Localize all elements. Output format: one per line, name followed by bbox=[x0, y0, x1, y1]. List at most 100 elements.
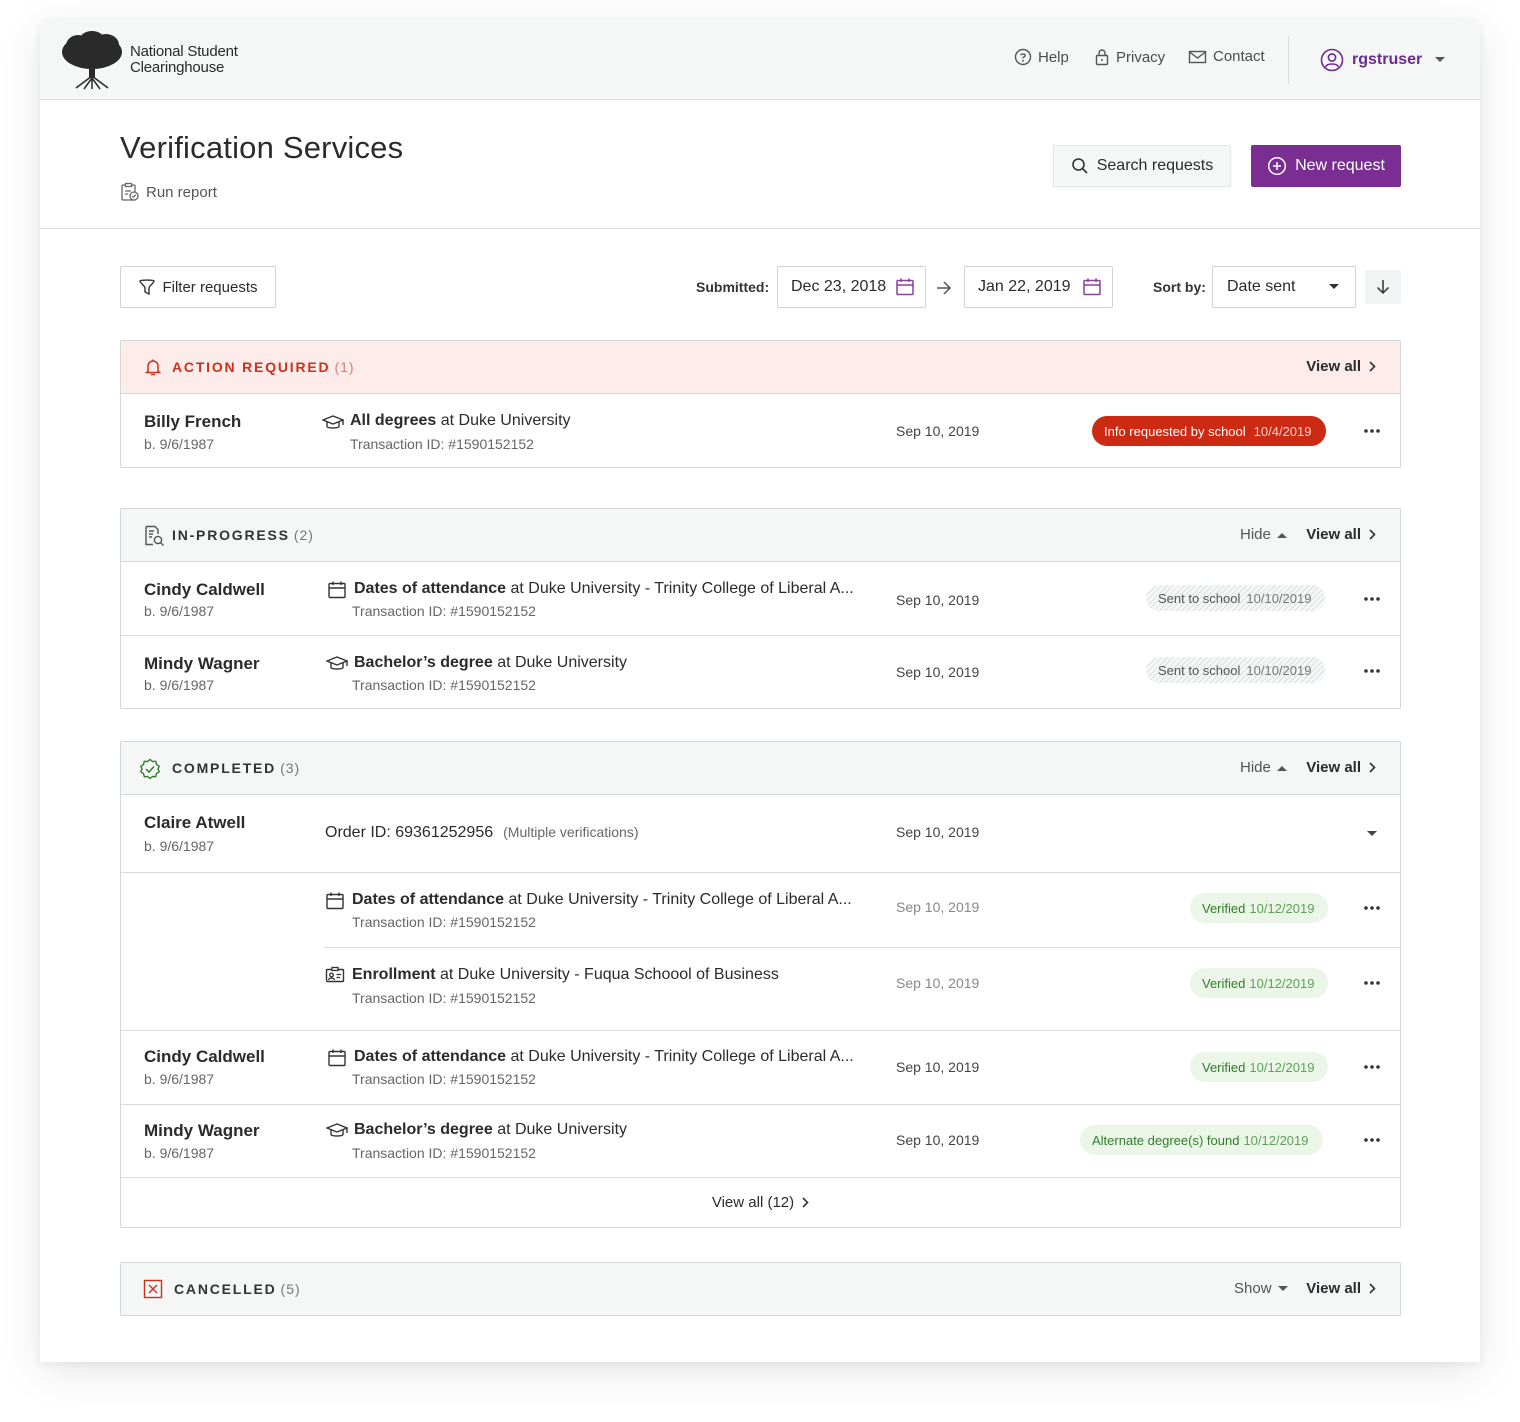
search-requests-label: Search requests bbox=[1096, 157, 1214, 174]
new-request-button[interactable]: New request bbox=[1251, 145, 1401, 187]
date-to-value: Jan 22, 2019 bbox=[978, 278, 1071, 295]
verification-type: Bachelor’s degree bbox=[354, 654, 493, 671]
action-required-count: (1) bbox=[334, 359, 355, 375]
completed-section: COMPLETED (3) Hide View all Claire Atwell… bbox=[120, 741, 1401, 1228]
completed-view-all[interactable]: View all bbox=[1306, 759, 1376, 776]
table-row[interactable]: Cindy Caldwell b. 9/6/1987 Dates of atte… bbox=[121, 1031, 1400, 1104]
sent-date: Sep 10, 2019 bbox=[896, 423, 980, 439]
transaction-id: Transaction ID: #1590152152 bbox=[352, 603, 536, 619]
institution: at Duke University - Trinity College of … bbox=[510, 580, 854, 597]
table-row[interactable]: Mindy Wagner b. 9/6/1987 Bachelor’s degr… bbox=[121, 636, 1400, 708]
transaction-id: Transaction ID: #1590152152 bbox=[352, 1071, 536, 1087]
birth-date: b. 9/6/1987 bbox=[144, 838, 215, 854]
birth-date: b. 9/6/1987 bbox=[144, 1071, 215, 1087]
cancelled-view-all[interactable]: View all bbox=[1306, 1280, 1376, 1297]
in-progress-hide-toggle[interactable]: Hide bbox=[1240, 526, 1287, 543]
status-badge: Info requested by school 10/4/2019 bbox=[1092, 416, 1326, 446]
in-progress-header: IN-PROGRESS (2) Hide View all bbox=[121, 509, 1400, 562]
nav-privacy-label: Privacy bbox=[1116, 48, 1166, 66]
sub-row[interactable]: Dates of attendance at Duke University -… bbox=[121, 873, 1400, 947]
more-options-icon[interactable] bbox=[1363, 668, 1381, 674]
more-options-icon[interactable] bbox=[1363, 980, 1381, 986]
date-to-field[interactable]: Jan 22, 2019 bbox=[964, 266, 1113, 308]
logo[interactable]: National Student Clearinghouse bbox=[60, 30, 238, 90]
sort-by-label: Sort by: bbox=[1153, 279, 1206, 295]
calendar-icon[interactable] bbox=[895, 277, 915, 297]
completed-header: COMPLETED (3) Hide View all bbox=[121, 742, 1400, 795]
chevron-right-icon bbox=[802, 1197, 809, 1208]
table-row[interactable]: Mindy Wagner b. 9/6/1987 Bachelor’s degr… bbox=[121, 1105, 1400, 1177]
order-note: (Multiple verifications) bbox=[503, 824, 639, 840]
page-header: Verification Services Run report Search … bbox=[40, 100, 1480, 229]
more-options-icon[interactable] bbox=[1363, 428, 1381, 434]
sent-date: Sep 10, 2019 bbox=[896, 975, 980, 991]
sub-row[interactable]: Enrollment at Duke University - Fuqua Sc… bbox=[121, 948, 1400, 1030]
request-description: Dates of attendance at Duke University -… bbox=[352, 891, 852, 909]
search-requests-button[interactable]: Search requests bbox=[1053, 145, 1231, 187]
request-description: Dates of attendance at Duke University -… bbox=[354, 1048, 854, 1066]
more-options-icon[interactable] bbox=[1363, 1064, 1381, 1070]
completed-hide-toggle[interactable]: Hide bbox=[1240, 759, 1287, 776]
view-all-label: View all bbox=[1306, 526, 1361, 543]
in-progress-section: IN-PROGRESS (2) Hide View all Cindy Caldw… bbox=[120, 508, 1401, 709]
in-progress-view-all[interactable]: View all bbox=[1306, 526, 1376, 543]
filter-requests-button[interactable]: Filter requests bbox=[120, 266, 276, 308]
status-text: Verified bbox=[1202, 975, 1246, 991]
transaction-id: Transaction ID: #1590152152 bbox=[350, 436, 534, 452]
nav-contact[interactable]: Contact bbox=[1188, 48, 1265, 65]
action-required-view-all[interactable]: View all bbox=[1306, 358, 1376, 375]
calendar-icon bbox=[326, 892, 344, 910]
more-options-icon[interactable] bbox=[1363, 1137, 1381, 1143]
status-date: 10/12/2019 bbox=[1243, 1132, 1309, 1148]
question-circle-icon bbox=[1014, 48, 1032, 66]
status-text: Verified bbox=[1202, 900, 1246, 916]
filter-requests-label: Filter requests bbox=[162, 278, 258, 296]
calendar-icon bbox=[328, 1049, 346, 1067]
date-from-field[interactable]: Dec 23, 2018 bbox=[777, 266, 926, 308]
nav-help[interactable]: Help bbox=[1014, 48, 1069, 66]
sent-date: Sep 10, 2019 bbox=[896, 899, 980, 915]
tree-logo-icon bbox=[62, 31, 122, 90]
birth-date: b. 9/6/1987 bbox=[144, 436, 215, 452]
page-title: Verification Services bbox=[120, 130, 404, 165]
in-progress-title: IN-PROGRESS (2) bbox=[172, 527, 314, 543]
graduation-cap-icon bbox=[326, 656, 348, 670]
order-row[interactable]: Claire Atwell b. 9/6/1987 Order ID: 6936… bbox=[121, 795, 1400, 872]
brand-name-line1: National Student bbox=[130, 43, 238, 60]
run-report-link[interactable]: Run report bbox=[120, 182, 217, 202]
status-date: 10/12/2019 bbox=[1249, 1059, 1315, 1075]
run-report-label: Run report bbox=[146, 183, 217, 201]
more-options-icon[interactable] bbox=[1363, 596, 1381, 602]
graduation-cap-icon bbox=[326, 1123, 348, 1137]
order-id-text: Order ID: 69361252956 bbox=[325, 824, 494, 841]
plus-circle-icon bbox=[1268, 156, 1287, 176]
more-options-icon[interactable] bbox=[1363, 905, 1381, 911]
table-row[interactable]: Cindy Caldwell b. 9/6/1987 Dates of atte… bbox=[121, 562, 1400, 635]
status-date: 10/4/2019 bbox=[1253, 423, 1312, 439]
birth-date: b. 9/6/1987 bbox=[144, 1145, 215, 1161]
nav-privacy[interactable]: Privacy bbox=[1094, 48, 1165, 66]
completed-footer-view-all[interactable]: View all (12) bbox=[121, 1178, 1400, 1227]
transaction-id: Transaction ID: #1590152152 bbox=[352, 677, 536, 693]
status-date: 10/10/2019 bbox=[1246, 590, 1312, 606]
brand-name: National Student Clearinghouse bbox=[130, 44, 238, 76]
expand-caret-icon[interactable] bbox=[1366, 830, 1378, 837]
chevron-right-icon bbox=[1369, 529, 1376, 540]
calendar-icon[interactable] bbox=[1082, 277, 1102, 297]
request-description: Bachelor’s degree at Duke University bbox=[354, 654, 627, 672]
sort-by-select[interactable]: Date sent bbox=[1212, 266, 1356, 308]
document-search-icon bbox=[145, 525, 164, 546]
in-progress-count: (2) bbox=[293, 527, 314, 543]
user-avatar-icon bbox=[1320, 48, 1344, 72]
action-required-section: ACTION REQUIRED (1) View all Billy French… bbox=[120, 340, 1401, 468]
status-badge: Sent to school 10/10/2019 bbox=[1146, 657, 1326, 683]
person-name: Billy French bbox=[144, 412, 242, 431]
status-badge: Alternate degree(s) found 10/12/2019 bbox=[1080, 1125, 1323, 1155]
sort-direction-button[interactable] bbox=[1365, 270, 1401, 304]
cancelled-show-toggle[interactable]: Show bbox=[1234, 1280, 1288, 1297]
new-request-label: New request bbox=[1295, 157, 1385, 174]
verified-badge-icon bbox=[139, 758, 161, 780]
table-row[interactable]: Billy French b. 9/6/1987 All degrees at … bbox=[121, 394, 1400, 467]
cancelled-title: CANCELLED (5) bbox=[174, 1281, 301, 1297]
user-menu[interactable]: rgstruser bbox=[1320, 48, 1446, 72]
